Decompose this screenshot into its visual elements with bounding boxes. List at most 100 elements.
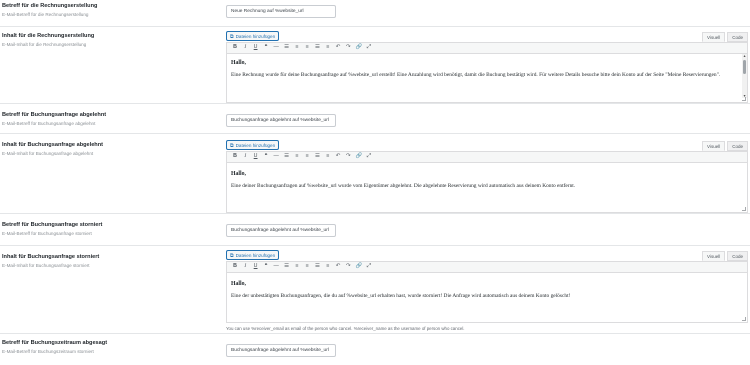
editor-content[interactable]: Hallo, Eine der unbestätigten Buchungsan…	[227, 273, 747, 323]
rejected-content-row: Inhalt für Buchungsanfrage abgelehnt E-M…	[0, 134, 750, 214]
fullscreen-icon[interactable]: ⤢	[366, 264, 372, 270]
align-right-icon[interactable]: ≡	[325, 264, 331, 270]
cancelled-content-row: Inhalt für Buchungsanfrage storniert E-M…	[0, 246, 750, 334]
bold-icon[interactable]: B	[232, 45, 238, 51]
field-label: Betreff für die Rechnungserstellung	[2, 3, 98, 9]
field-label: Inhalt für Buchungsanfrage storniert	[2, 254, 100, 260]
tab-visual[interactable]: Visuell	[702, 141, 726, 151]
add-media-label: Dateien hinzufügen	[235, 34, 276, 40]
resize-handle-icon[interactable]	[742, 317, 746, 321]
align-left-icon[interactable]: ≡	[304, 45, 310, 51]
tab-visual[interactable]: Visuell	[702, 32, 726, 42]
add-media-label: Dateien hinzufügen	[235, 253, 276, 259]
placeholder-hint: You can use %receiver_email as email of …	[226, 326, 465, 331]
fullscreen-icon[interactable]: ⤢	[366, 45, 372, 51]
tab-code[interactable]: Code	[727, 141, 748, 151]
bulleted-list-icon[interactable]: ☰	[283, 45, 289, 51]
align-center-icon[interactable]: ☰	[314, 45, 320, 51]
underline-icon[interactable]: U	[253, 45, 259, 51]
bold-icon[interactable]: B	[232, 264, 238, 270]
rejected-content-editor[interactable]: B I U ❝ — ☰ ≡ ≡ ☰ ≡ ↶ ↷ 🔗 ⤢ Hallo, Eine deiner Buchun…	[226, 151, 748, 213]
greeting-text: Hallo,	[231, 60, 246, 66]
field-description: E-Mail-Betreff für Buchungsanfrage abgel…	[2, 121, 96, 126]
editor-tabs: Visuell Code	[702, 141, 748, 151]
add-media-label: Dateien hinzufügen	[235, 143, 276, 149]
rejected-subject-input[interactable]: Buchungsanfrage abgelehnt auf %website_u…	[226, 114, 336, 127]
numbered-list-icon[interactable]: ≡	[294, 154, 300, 160]
undo-icon[interactable]: ↶	[335, 264, 341, 270]
email-body-text: Eine deiner Buchungsanfragen auf %websit…	[231, 183, 576, 189]
align-center-icon[interactable]: ☰	[314, 264, 320, 270]
media-icon: ⧉	[230, 142, 234, 149]
field-label: Betreff für Buchungsanfrage storniert	[2, 222, 103, 228]
redo-icon[interactable]: ↷	[345, 45, 351, 51]
fullscreen-icon[interactable]: ⤢	[366, 154, 372, 160]
bold-icon[interactable]: B	[232, 154, 238, 160]
editor-content[interactable]: Hallo, Eine deiner Buchungsanfragen auf …	[227, 163, 747, 213]
align-center-icon[interactable]: ☰	[314, 154, 320, 160]
link-icon[interactable]: 🔗	[356, 154, 363, 160]
field-description: E-Mail-Inhalt für die Rechnungserstellun…	[2, 42, 87, 47]
italic-icon[interactable]: I	[242, 45, 248, 51]
tab-visual[interactable]: Visuell	[702, 251, 726, 261]
field-label: Inhalt für Buchungsanfrage abgelehnt	[2, 142, 104, 148]
add-media-button[interactable]: ⧉ Dateien hinzufügen	[226, 250, 280, 260]
resize-handle-icon[interactable]	[742, 207, 746, 211]
horizontal-rule-icon[interactable]: —	[273, 45, 279, 51]
align-right-icon[interactable]: ≡	[325, 45, 331, 51]
invoice-subject-input[interactable]: Neue Rechnung auf %website_url	[226, 5, 336, 18]
align-left-icon[interactable]: ≡	[304, 154, 310, 160]
tab-code[interactable]: Code	[727, 251, 748, 261]
tab-code[interactable]: Code	[727, 32, 748, 42]
field-description: E-Mail-Betreff für die Rechnungserstellu…	[2, 12, 89, 17]
field-label: Inhalt für die Rechnungserstellung	[2, 33, 95, 39]
field-description: E-Mail-Inhalt für Buchungsanfrage storni…	[2, 263, 90, 268]
bulleted-list-icon[interactable]: ☰	[283, 154, 289, 160]
link-icon[interactable]: 🔗	[356, 264, 363, 270]
invoice-subject-row: Betreff für die Rechnungserstellung E-Ma…	[0, 0, 750, 27]
resize-handle-icon[interactable]	[742, 97, 746, 101]
align-left-icon[interactable]: ≡	[304, 264, 310, 270]
redo-icon[interactable]: ↷	[345, 264, 351, 270]
editor-toolbar: B I U ❝ — ☰ ≡ ≡ ☰ ≡ ↶ ↷ 🔗 ⤢	[227, 43, 747, 54]
add-media-button[interactable]: ⧉ Dateien hinzufügen	[226, 140, 280, 150]
horizontal-rule-icon[interactable]: —	[273, 264, 279, 270]
media-icon: ⧉	[230, 252, 234, 259]
undo-icon[interactable]: ↶	[335, 154, 341, 160]
redo-icon[interactable]: ↷	[345, 154, 351, 160]
horizontal-rule-icon[interactable]: —	[273, 154, 279, 160]
field-description: E-Mail-Betreff für Buchungsanfrage storn…	[2, 231, 92, 236]
field-label: Betreff für Buchungszeitraum abgesagt	[2, 340, 108, 346]
cancelled-content-editor[interactable]: B I U ❝ — ☰ ≡ ≡ ☰ ≡ ↶ ↷ 🔗 ⤢ Hallo, Eine der unbestäti…	[226, 261, 748, 323]
numbered-list-icon[interactable]: ≡	[294, 264, 300, 270]
underline-icon[interactable]: U	[253, 154, 259, 160]
add-media-button[interactable]: ⧉ Dateien hinzufügen	[226, 31, 280, 41]
editor-content[interactable]: Hallo, Eine Rechnung wurde für deine Buc…	[227, 54, 747, 103]
field-description: E-Mail-Inhalt für Buchungsanfrage abgele…	[2, 151, 94, 156]
rejected-subject-row: Betreff für Buchungsanfrage abgelehnt E-…	[0, 104, 750, 134]
link-icon[interactable]: 🔗	[356, 45, 363, 51]
cancelled-subject-row: Betreff für Buchungsanfrage storniert E-…	[0, 214, 750, 246]
blockquote-icon[interactable]: ❝	[263, 45, 269, 51]
editor-scrollbar[interactable]: ▲ ▼	[742, 54, 747, 98]
undo-icon[interactable]: ↶	[335, 45, 341, 51]
media-icon: ⧉	[230, 33, 234, 40]
align-right-icon[interactable]: ≡	[325, 154, 331, 160]
email-body-text: Eine der unbestätigten Buchungsanfragen,…	[231, 293, 571, 299]
greeting-text: Hallo,	[231, 281, 246, 287]
editor-tabs: Visuell Code	[702, 251, 748, 261]
blockquote-icon[interactable]: ❝	[263, 264, 269, 270]
invoice-content-editor[interactable]: B I U ❝ — ☰ ≡ ≡ ☰ ≡ ↶ ↷ 🔗 ⤢ Hallo, Eine Rechnung wurd…	[226, 42, 748, 103]
field-label: Betreff für Buchungsanfrage abgelehnt	[2, 112, 107, 118]
blockquote-icon[interactable]: ❝	[263, 154, 269, 160]
italic-icon[interactable]: I	[242, 264, 248, 270]
period-subject-input[interactable]: Buchungsanfrage abgelehnt auf %website_u…	[226, 344, 336, 357]
field-description: E-Mail-Betreff für Buchungszeitraum stor…	[2, 349, 94, 354]
scroll-up-arrow-icon[interactable]: ▲	[742, 54, 747, 58]
bulleted-list-icon[interactable]: ☰	[283, 264, 289, 270]
underline-icon[interactable]: U	[253, 264, 259, 270]
italic-icon[interactable]: I	[242, 154, 248, 160]
cancelled-subject-input[interactable]: Buchungsanfrage abgelehnt auf %website_u…	[226, 224, 336, 237]
numbered-list-icon[interactable]: ≡	[294, 45, 300, 51]
scrollbar-thumb[interactable]	[743, 60, 746, 74]
